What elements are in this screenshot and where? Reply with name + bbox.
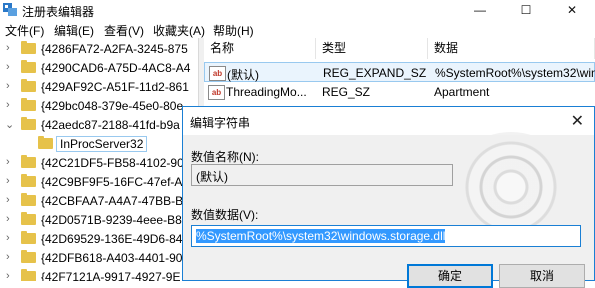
title-bar: 注册表编辑器 — ☐ ✕ (0, 0, 595, 20)
chevron-right-icon[interactable]: › (6, 270, 10, 281)
folder-icon (21, 98, 36, 111)
folder-icon (21, 60, 36, 73)
menu-view[interactable]: 查看(V) (104, 22, 144, 39)
tree-item[interactable]: › {42C21DF5-FB58-4102-90 (0, 154, 198, 173)
folder-icon (38, 136, 53, 149)
tree-item[interactable]: › {42D69529-136E-49D6-84 (0, 230, 198, 249)
tree-item[interactable]: › {429bc048-379e-45e0-80e (0, 97, 198, 116)
menu-file[interactable]: 文件(F) (5, 22, 44, 39)
column-header-data[interactable]: 数据 (428, 38, 595, 59)
folder-icon (21, 212, 36, 225)
value-name-field: (默认) (191, 164, 453, 186)
registry-tree[interactable]: › {4286FA72-A2FA-3245-875 › {4290CAD6-A7… (0, 38, 198, 281)
folder-icon (21, 269, 36, 281)
tree-item-label: {42D0571B-9239-4eee-B8 (41, 213, 182, 227)
tree-item-label: {42C9BF9F5-16FC-47ef-AF2 (41, 175, 197, 189)
menu-edit[interactable]: 编辑(E) (54, 22, 94, 39)
folder-open-icon (21, 117, 36, 130)
string-value-icon: ab (209, 66, 226, 81)
tree-item-label: {42F7121A-9917-4927-9E (41, 270, 181, 281)
tree-item-expanded[interactable]: ⌄ {42aedc87-2188-41fd-b9a (0, 116, 198, 135)
folder-icon (21, 155, 36, 168)
folder-icon (21, 231, 36, 244)
dialog-title: 编辑字符串 (190, 116, 251, 130)
dialog-title-bar: 编辑字符串 ✕ (183, 107, 594, 135)
value-type: REG_SZ (322, 85, 371, 99)
folder-icon (21, 193, 36, 206)
menu-help[interactable]: 帮助(H) (213, 22, 254, 39)
registry-editor-icon (3, 3, 17, 16)
minimize-button[interactable]: — (457, 0, 503, 20)
folder-icon (21, 41, 36, 54)
close-button[interactable]: ✕ (549, 0, 595, 20)
tree-item-inprocserver32[interactable]: InProcServer32 (0, 135, 198, 154)
tree-item-label: {429bc048-379e-45e0-80e (41, 99, 184, 113)
value-name: ThreadingMo... (226, 85, 307, 99)
chevron-right-icon[interactable]: › (6, 99, 10, 111)
chevron-right-icon[interactable]: › (6, 175, 10, 187)
folder-icon (21, 250, 36, 263)
tree-item-label: {42D69529-136E-49D6-84 (41, 232, 183, 246)
tree-item-label: {429AF92C-A51F-11d2-861 (41, 80, 189, 94)
column-header-name[interactable]: 名称 (204, 38, 316, 59)
value-type: REG_EXPAND_SZ (323, 66, 427, 80)
chevron-right-icon[interactable]: › (6, 61, 10, 73)
tree-item[interactable]: › {42C9BF9F5-16FC-47ef-AF2 (0, 173, 198, 192)
tree-item[interactable]: › {4290CAD6-A75D-4AC8-A4 (0, 59, 198, 78)
folder-icon (21, 79, 36, 92)
window-title: 注册表编辑器 (22, 5, 95, 19)
tree-item[interactable]: › {4286FA72-A2FA-3245-875 (0, 40, 198, 59)
tree-item-label: {42aedc87-2188-41fd-b9a (41, 118, 180, 132)
menu-bar: 文件(F) 编辑(E) 查看(V) 收藏夹(A) 帮助(H) (0, 20, 595, 38)
value-data-text: %SystemRoot%\system32\windows.storage.dl… (196, 229, 446, 243)
tree-item[interactable]: › {42DFB618-A403-4401-90 (0, 249, 198, 268)
column-header-type[interactable]: 类型 (316, 38, 428, 59)
folder-icon (21, 174, 36, 187)
chevron-right-icon[interactable]: › (6, 42, 10, 54)
chevron-right-icon[interactable]: › (6, 232, 10, 244)
string-value-icon: ab (208, 85, 225, 100)
tree-item[interactable]: › {42D0571B-9239-4eee-B8 (0, 211, 198, 230)
value-data-label: 数值数据(V): (191, 208, 259, 222)
value-name-label: 数值名称(N): (191, 150, 259, 164)
tree-item[interactable]: › {42CBFAA7-A4A7-47BB-B4 (0, 192, 198, 211)
chevron-right-icon[interactable]: › (6, 213, 10, 225)
value-data: %SystemRoot%\system32\windo (435, 66, 595, 80)
tree-item-label: {4290CAD6-A75D-4AC8-A4 (41, 61, 191, 75)
value-data-input[interactable]: %SystemRoot%\system32\windows.storage.dl… (191, 225, 581, 247)
tree-item[interactable]: › {429AF92C-A51F-11d2-861 (0, 78, 198, 97)
cancel-button[interactable]: 取消 (499, 264, 585, 288)
edit-string-dialog: 编辑字符串 ✕ 数值名称(N): (默认) 数值数据(V): %SystemRo… (182, 106, 595, 288)
tree-item[interactable]: › {42F7121A-9917-4927-9E (0, 268, 198, 281)
tree-item-label: InProcServer32 (55, 136, 148, 152)
chevron-right-icon[interactable]: › (6, 251, 10, 263)
table-row[interactable]: ab ThreadingMo... REG_SZ Apartment (204, 82, 595, 102)
chevron-right-icon[interactable]: › (6, 194, 10, 206)
chevron-down-icon[interactable]: ⌄ (5, 118, 14, 131)
value-data: Apartment (434, 85, 490, 99)
chevron-right-icon[interactable]: › (6, 80, 10, 92)
maximize-button[interactable]: ☐ (503, 0, 549, 20)
table-row[interactable]: ab (默认) REG_EXPAND_SZ %SystemRoot%\syste… (204, 62, 595, 82)
chevron-right-icon[interactable]: › (6, 156, 10, 168)
tree-item-label: {4286FA72-A2FA-3245-875 (41, 42, 188, 56)
dialog-close-button[interactable]: ✕ (571, 111, 584, 131)
tree-item-label: {42CBFAA7-A4A7-47BB-B4 (41, 194, 190, 208)
value-name-text: (默认) (196, 170, 228, 184)
ok-button[interactable]: 确定 (407, 264, 493, 288)
value-name: (默认) (227, 68, 259, 82)
menu-favorites[interactable]: 收藏夹(A) (153, 22, 205, 39)
tree-item-label: {42DFB618-A403-4401-90 (41, 251, 183, 265)
tree-item-label: {42C21DF5-FB58-4102-90 (41, 156, 184, 170)
